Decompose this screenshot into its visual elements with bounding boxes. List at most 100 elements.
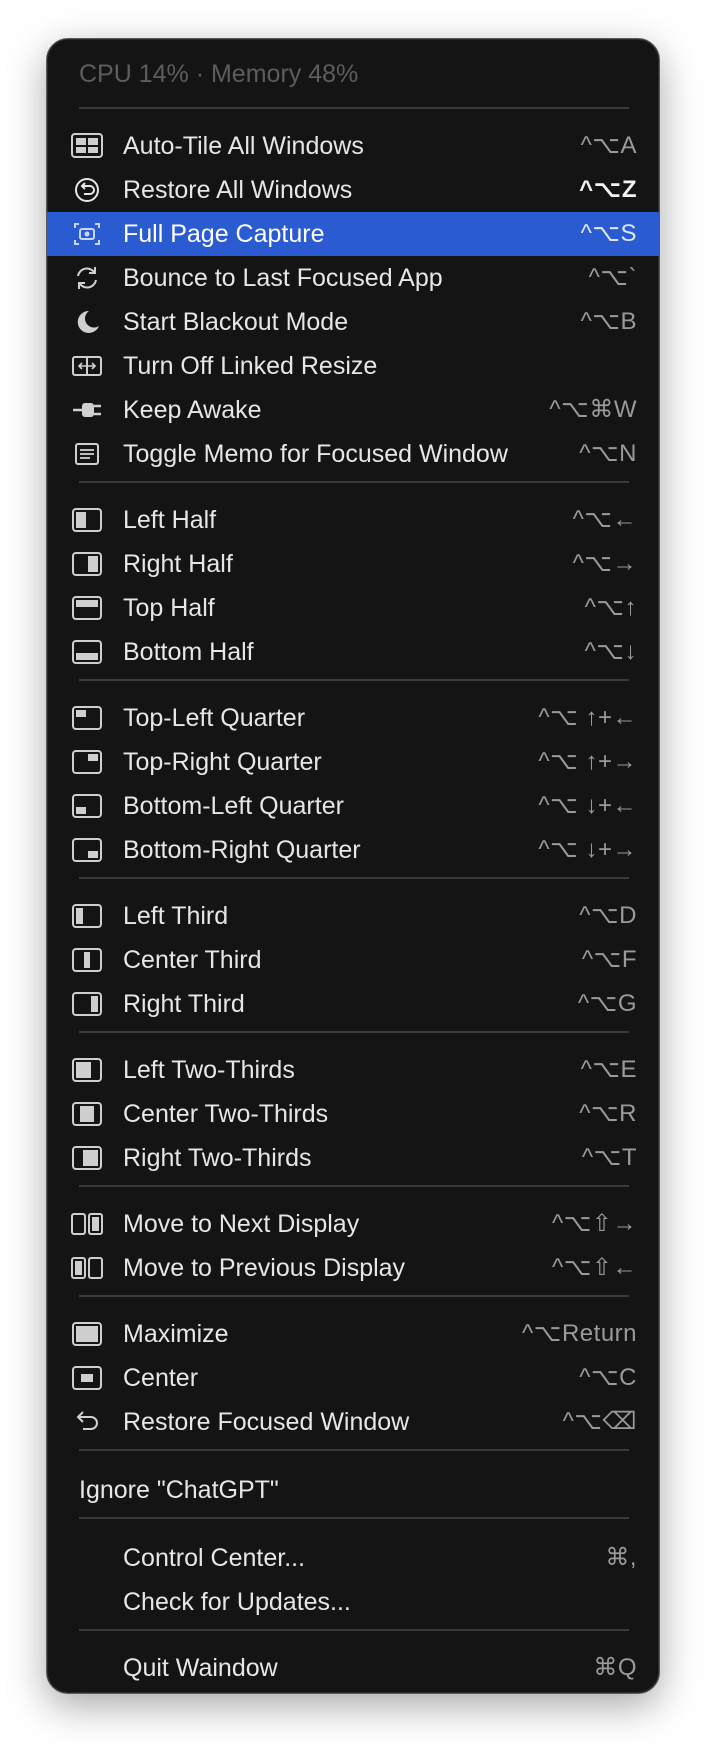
right-third-icon <box>71 989 103 1019</box>
menu-item-left-third[interactable]: Left Third ^⌥D <box>47 894 659 938</box>
shortcut: ^⌥⌫ <box>562 1408 637 1435</box>
shortcut: ^⌥⇧→ <box>551 1210 637 1237</box>
shortcut: ^⌥ ↑+→ <box>538 748 637 775</box>
previous-display-icon <box>71 1253 103 1283</box>
grid-icon <box>71 131 103 161</box>
menu-item-top-left-quarter[interactable]: Top-Left Quarter ^⌥ ↑+← <box>47 696 659 740</box>
shortcut: ^⌥F <box>581 946 637 973</box>
menu-item-label: Center <box>123 1364 199 1392</box>
menu-item-control-center[interactable]: Control Center... ⌘, <box>47 1536 659 1580</box>
menu-item-blackout[interactable]: Start Blackout Mode ^⌥B <box>47 300 659 344</box>
moon-icon <box>71 307 103 337</box>
shortcut: ^⌥ ↓+→ <box>538 836 637 863</box>
menu-item-quit[interactable]: Quit Waindow ⌘Q <box>47 1646 659 1690</box>
menu-item-label: Top-Left Quarter <box>123 704 306 732</box>
menu-item-label: Move to Previous Display <box>123 1254 406 1282</box>
menu-item-label: Start Blackout Mode <box>123 308 349 336</box>
memo-icon <box>71 439 103 469</box>
menu-item-label: Bottom-Left Quarter <box>123 792 344 820</box>
left-two-thirds-icon <box>71 1055 103 1085</box>
separator <box>79 481 629 483</box>
menu-item-label: Right Third <box>123 990 245 1018</box>
menu-item-label: Auto-Tile All Windows <box>123 132 364 160</box>
maximize-icon <box>71 1319 103 1349</box>
undo-arrow-icon <box>71 1407 103 1437</box>
shortcut: ^⌥` <box>588 264 637 291</box>
menu-item-center-two-thirds[interactable]: Center Two-Thirds ^⌥R <box>47 1092 659 1136</box>
menu-item-label: Ignore "ChatGPT" <box>79 1476 279 1504</box>
left-third-icon <box>71 901 103 931</box>
menu-item-next-display[interactable]: Move to Next Display ^⌥⇧→ <box>47 1202 659 1246</box>
shortcut: ^⌥G <box>577 990 637 1017</box>
menu-item-linked-resize[interactable]: Turn Off Linked Resize <box>47 344 659 388</box>
menu-item-right-two-thirds[interactable]: Right Two-Thirds ^⌥T <box>47 1136 659 1180</box>
menu-item-label: Toggle Memo for Focused Window <box>123 440 508 468</box>
menu-item-label: Maximize <box>123 1320 229 1348</box>
menu-item-label: Top Half <box>123 594 215 622</box>
menu-item-auto-tile[interactable]: Auto-Tile All Windows ^⌥A <box>47 124 659 168</box>
menu-item-bottom-right-quarter[interactable]: Bottom-Right Quarter ^⌥ ↓+→ <box>47 828 659 872</box>
menu-item-maximize[interactable]: Maximize ^⌥Return <box>47 1312 659 1356</box>
shortcut: ^⌥↓ <box>584 638 637 665</box>
menu-item-keep-awake[interactable]: Keep Awake ^⌥⌘W <box>47 388 659 432</box>
menu-item-full-page-capture[interactable]: Full Page Capture ^⌥S <box>47 212 659 256</box>
menu-item-bottom-left-quarter[interactable]: Bottom-Left Quarter ^⌥ ↓+← <box>47 784 659 828</box>
left-half-icon <box>71 505 103 535</box>
shortcut: ^⌥ ↑+← <box>538 704 637 731</box>
separator <box>79 1629 629 1631</box>
shortcut: ^⌥⌘W <box>549 396 637 423</box>
shortcut: ^⌥E <box>580 1056 637 1083</box>
menu-item-left-two-thirds[interactable]: Left Two-Thirds ^⌥E <box>47 1048 659 1092</box>
menu-item-top-right-quarter[interactable]: Top-Right Quarter ^⌥ ↑+→ <box>47 740 659 784</box>
camera-icon <box>71 219 103 249</box>
menu-item-top-half[interactable]: Top Half ^⌥↑ <box>47 586 659 630</box>
shortcut: ⌘, <box>605 1544 637 1571</box>
right-half-icon <box>71 549 103 579</box>
separator <box>79 679 629 681</box>
menu-item-label: Top-Right Quarter <box>123 748 322 776</box>
menu-item-label: Right Half <box>123 550 233 578</box>
shortcut: ^⌥← <box>572 506 637 533</box>
shortcut: ^⌥A <box>580 132 637 159</box>
shortcut: ^⌥S <box>580 220 637 247</box>
separator <box>79 1295 629 1297</box>
top-left-quarter-icon <box>71 703 103 733</box>
menu-item-right-half[interactable]: Right Half ^⌥→ <box>47 542 659 586</box>
app-menu: CPU 14% · Memory 48% Auto-Tile All Windo… <box>46 38 660 1694</box>
menu-item-ignore-app[interactable]: Ignore "ChatGPT" <box>47 1468 659 1512</box>
shortcut: ^⌥B <box>580 308 637 335</box>
linked-resize-icon <box>71 351 103 381</box>
center-third-icon <box>71 945 103 975</box>
shortcut: ^⌥N <box>579 440 637 467</box>
menu-item-label: Turn Off Linked Resize <box>123 352 378 380</box>
shortcut: ^⌥C <box>579 1364 637 1391</box>
separator <box>79 1185 629 1187</box>
menu-item-toggle-memo[interactable]: Toggle Memo for Focused Window ^⌥N <box>47 432 659 476</box>
shortcut: ⌘Q <box>593 1654 637 1681</box>
menu-item-center-third[interactable]: Center Third ^⌥F <box>47 938 659 982</box>
shortcut: ^⌥T <box>581 1144 637 1171</box>
right-two-thirds-icon <box>71 1143 103 1173</box>
menu-item-label: Restore All Windows <box>123 176 353 204</box>
menu-item-center[interactable]: Center ^⌥C <box>47 1356 659 1400</box>
center-icon <box>71 1363 103 1393</box>
separator <box>79 1517 629 1519</box>
shortcut: ^⌥Return <box>522 1320 637 1347</box>
shortcut: ^⌥→ <box>572 550 637 577</box>
menu-item-left-half[interactable]: Left Half ^⌥← <box>47 498 659 542</box>
menu-item-restore-all[interactable]: Restore All Windows ^⌥Z <box>47 168 659 212</box>
menu-item-check-updates[interactable]: Check for Updates... <box>47 1580 659 1624</box>
restore-circle-icon <box>71 175 103 205</box>
top-right-quarter-icon <box>71 747 103 777</box>
menu-item-previous-display[interactable]: Move to Previous Display ^⌥⇧← <box>47 1246 659 1290</box>
menu-item-label: Keep Awake <box>123 396 262 424</box>
menu-item-right-third[interactable]: Right Third ^⌥G <box>47 982 659 1026</box>
menu-item-label: Right Two-Thirds <box>123 1144 312 1172</box>
center-two-thirds-icon <box>71 1099 103 1129</box>
menu-item-bounce[interactable]: Bounce to Last Focused App ^⌥` <box>47 256 659 300</box>
menu-item-restore-focused[interactable]: Restore Focused Window ^⌥⌫ <box>47 1400 659 1444</box>
menu-item-label: Move to Next Display <box>123 1210 360 1238</box>
menu-item-bottom-half[interactable]: Bottom Half ^⌥↓ <box>47 630 659 674</box>
menu-item-label: Bottom-Right Quarter <box>123 836 361 864</box>
sync-icon <box>71 263 103 293</box>
